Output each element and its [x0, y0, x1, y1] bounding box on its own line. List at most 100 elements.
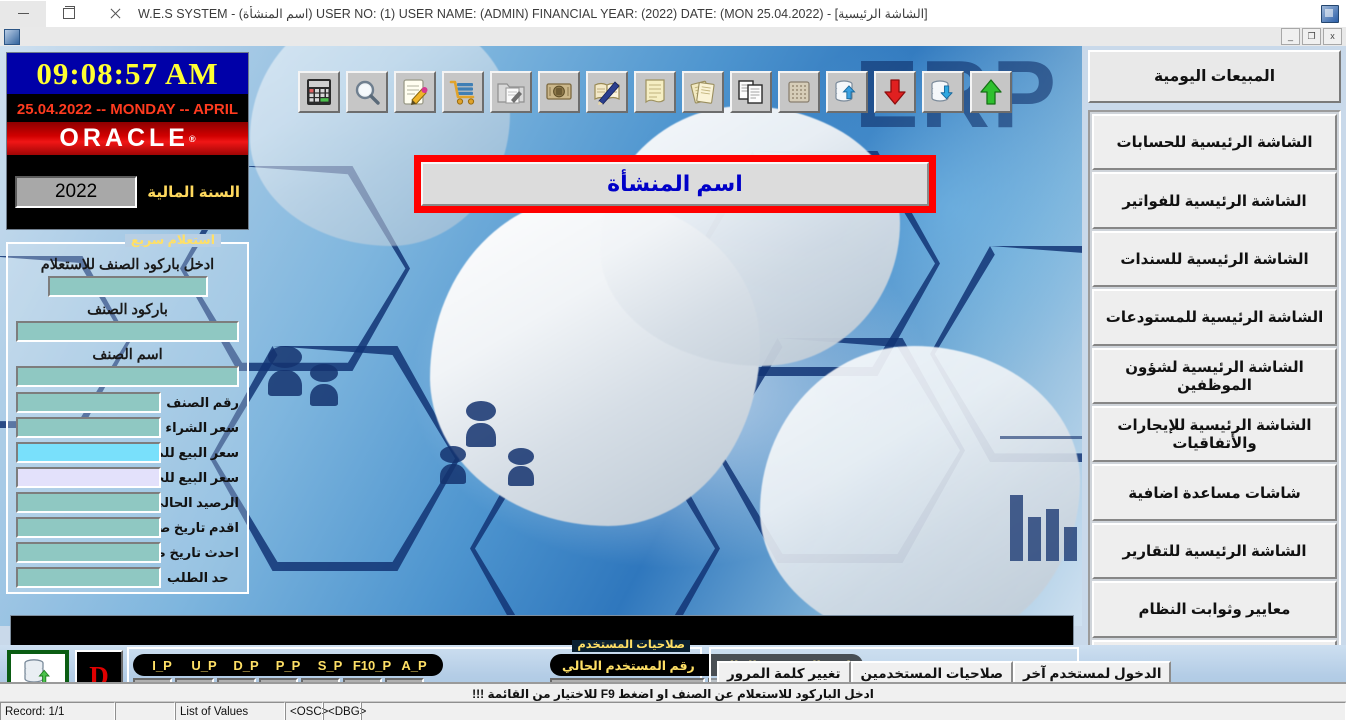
minimize-icon	[17, 13, 29, 14]
field-input-newest-expiry[interactable]	[16, 542, 161, 563]
field-row-retail-price: سعر البيع للمفرق	[16, 442, 239, 463]
maximize-button[interactable]	[46, 1, 92, 27]
arrow-up-green-icon	[978, 78, 1004, 106]
field-input-item-no[interactable]	[16, 392, 161, 413]
grid-chip-icon	[785, 79, 813, 105]
toolbar-money-button[interactable]	[538, 71, 580, 113]
mdi-window-controls: _ ❐ x	[1281, 28, 1342, 45]
toolbar-db-download-button[interactable]	[922, 71, 964, 113]
permission-key-f10-p: F10_P	[352, 657, 392, 673]
sidebar-item-leases[interactable]: الشاشة الرئيسية للإيجارات والأتفاقيات	[1092, 406, 1337, 463]
permission-keys-pill: I_P U_P D_P P_P S_P F10_P A_P	[133, 654, 443, 676]
toolbar-grid-chip-button[interactable]	[778, 71, 820, 113]
status-bar: Record: 1/1 List of Values <OSC> <DBG>	[0, 701, 1346, 720]
mdi-close-button[interactable]: x	[1323, 28, 1342, 45]
status-dbg: <DBG>	[323, 702, 366, 720]
toolbar-ledger-button[interactable]	[586, 71, 628, 113]
bar-chart-glyph	[1010, 491, 1077, 561]
sidebar-item-daily-sales[interactable]: المبيعات اليومية	[1088, 50, 1341, 103]
sidebar-item-system-settings[interactable]: معايير وثوابت النظام	[1092, 581, 1337, 638]
mdi-minimize-button[interactable]: _	[1281, 28, 1300, 45]
copy-pages-icon	[737, 79, 765, 105]
database-download-icon	[929, 79, 957, 105]
fiscal-year-row: السنة المالية 2022	[7, 155, 248, 228]
status-gap	[115, 702, 175, 720]
sidebar-item-hr[interactable]: الشاشة الرئيسية لشؤون الموظفين	[1092, 347, 1337, 405]
status-record: Record: 1/1	[0, 702, 115, 720]
sidebar-item-vouchers[interactable]: الشاشة الرئيسية للسندات	[1092, 230, 1337, 288]
field-label-purchase-price: سعر الشراء	[165, 419, 239, 435]
field-input-current-balance[interactable]	[16, 492, 161, 513]
toolbar-upload-button[interactable]	[970, 71, 1012, 113]
sidebar-item-label: الشاشة الرئيسية لشؤون الموظفين	[1125, 358, 1304, 394]
field-label-oldest-expiry: اقدم تاريخ صلاحية	[125, 519, 239, 535]
permission-key-a-p: A_P	[401, 657, 427, 673]
company-name-value[interactable]: اسم المنشأة	[421, 162, 929, 206]
company-name-banner: اسم المنشأة	[414, 155, 936, 213]
sidebar-item-label: الشاشة الرئيسية للفواتير	[1122, 192, 1307, 210]
user-permissions-legend: صلاحيات المستخدم	[572, 639, 690, 652]
mdi-app-icon	[4, 28, 20, 45]
close-button[interactable]	[92, 1, 138, 27]
hint-bar: ادخل الباركود للاستعلام عن الصنف او اضغط…	[0, 682, 1346, 703]
toolbar-copy-button[interactable]	[730, 71, 772, 113]
sidebar-item-invoices[interactable]: الشاشة الرئيسية للفواتير	[1092, 172, 1337, 229]
toolbar-edit-note-button[interactable]	[394, 71, 436, 113]
toolbar-download-button[interactable]	[874, 71, 916, 113]
sidebar-item-extra-screens[interactable]: شاشات مساعدة اضافية	[1092, 464, 1337, 521]
permission-key-s-p: S_P	[317, 657, 343, 673]
field-label-wholesale-price: سعر البيع للجملة	[133, 469, 239, 485]
toolbar-db-upload-button[interactable]	[826, 71, 868, 113]
toolbar-document-button[interactable]	[634, 71, 676, 113]
field-row-current-balance: الرصيد الحالي	[16, 492, 239, 513]
mdi-titlebar: _ ❐ x	[0, 27, 1346, 47]
barcode-entry-input[interactable]	[47, 276, 208, 297]
field-input-retail-price[interactable]	[16, 442, 161, 463]
field-row-oldest-expiry: اقدم تاريخ صلاحية	[16, 517, 239, 538]
field-input-reorder-limit[interactable]	[16, 567, 161, 588]
main-menu-sidebar: المبيعات اليومية الشاشة الرئيسية للحسابا…	[1088, 50, 1341, 700]
toolbar-folder-edit-button[interactable]	[490, 71, 532, 113]
toolbar-search-button[interactable]	[346, 71, 388, 113]
clock-oracle-panel: 09:08:57 AM 25.04.2022 -- MONDAY -- APRI…	[6, 52, 249, 230]
field-input-purchase-price[interactable]	[16, 417, 161, 438]
permission-key-u-p: U_P	[191, 657, 217, 673]
app-icon	[1321, 4, 1339, 23]
sidebar-item-label: معايير وثوابت النظام	[1138, 601, 1291, 619]
current-user-no-label: رقم المستخدم الحالي	[562, 658, 695, 673]
sidebar-item-reports[interactable]: الشاشة الرئيسية للتقارير	[1092, 522, 1337, 580]
status-osc: <OSC>	[285, 702, 328, 720]
money-icon	[545, 80, 573, 104]
field-input-wholesale-price[interactable]	[16, 467, 161, 488]
field-row-purchase-price: سعر الشراء	[16, 417, 239, 438]
mdi-child-window: _ ❐ x ERP	[0, 27, 1346, 720]
database-upload-icon	[833, 79, 861, 105]
barcode-input[interactable]	[16, 321, 239, 342]
calculator-icon	[306, 78, 332, 106]
sidebar-item-accounts[interactable]: الشاشة الرئيسية للحسابات	[1092, 114, 1337, 171]
people-glyph	[466, 401, 496, 449]
quick-query-panel: استعلام سريع ادخل باركود الصنف للاستعلام…	[6, 234, 249, 594]
status-rest	[361, 702, 1346, 720]
fiscal-year-value[interactable]: 2022	[15, 175, 138, 208]
item-name-caption: اسم الصنف	[92, 347, 163, 363]
main-toolbar	[298, 71, 1012, 113]
barcode-caption: باركود الصنف	[87, 302, 168, 318]
field-row-newest-expiry: احدث تاريخ صلاحية	[16, 542, 239, 563]
minimize-button[interactable]	[0, 0, 46, 27]
toolbar-calculator-button[interactable]	[298, 71, 340, 113]
sidebar-item-warehouses[interactable]: الشاشة الرئيسية للمستودعات	[1092, 289, 1337, 346]
folder-edit-icon	[497, 79, 525, 105]
document-icon	[643, 78, 667, 106]
toolbar-cart-button[interactable]	[442, 71, 484, 113]
ledger-book-icon	[593, 79, 621, 105]
field-label-newest-expiry: احدث تاريخ صلاحية	[120, 544, 239, 560]
window-controls	[0, 0, 138, 27]
field-input-oldest-expiry[interactable]	[16, 517, 161, 538]
item-name-input[interactable]	[16, 366, 239, 387]
window-title: W.E.S SYSTEM - (اسم المنشأة) USER NO: (1…	[138, 7, 928, 21]
sidebar-item-label: الشاشة الرئيسية للإيجارات والأتفاقيات	[1117, 417, 1312, 453]
mdi-restore-button[interactable]: ❐	[1302, 28, 1321, 45]
field-row-wholesale-price: سعر البيع للجملة	[16, 467, 239, 488]
toolbar-documents-stack-button[interactable]	[682, 71, 724, 113]
